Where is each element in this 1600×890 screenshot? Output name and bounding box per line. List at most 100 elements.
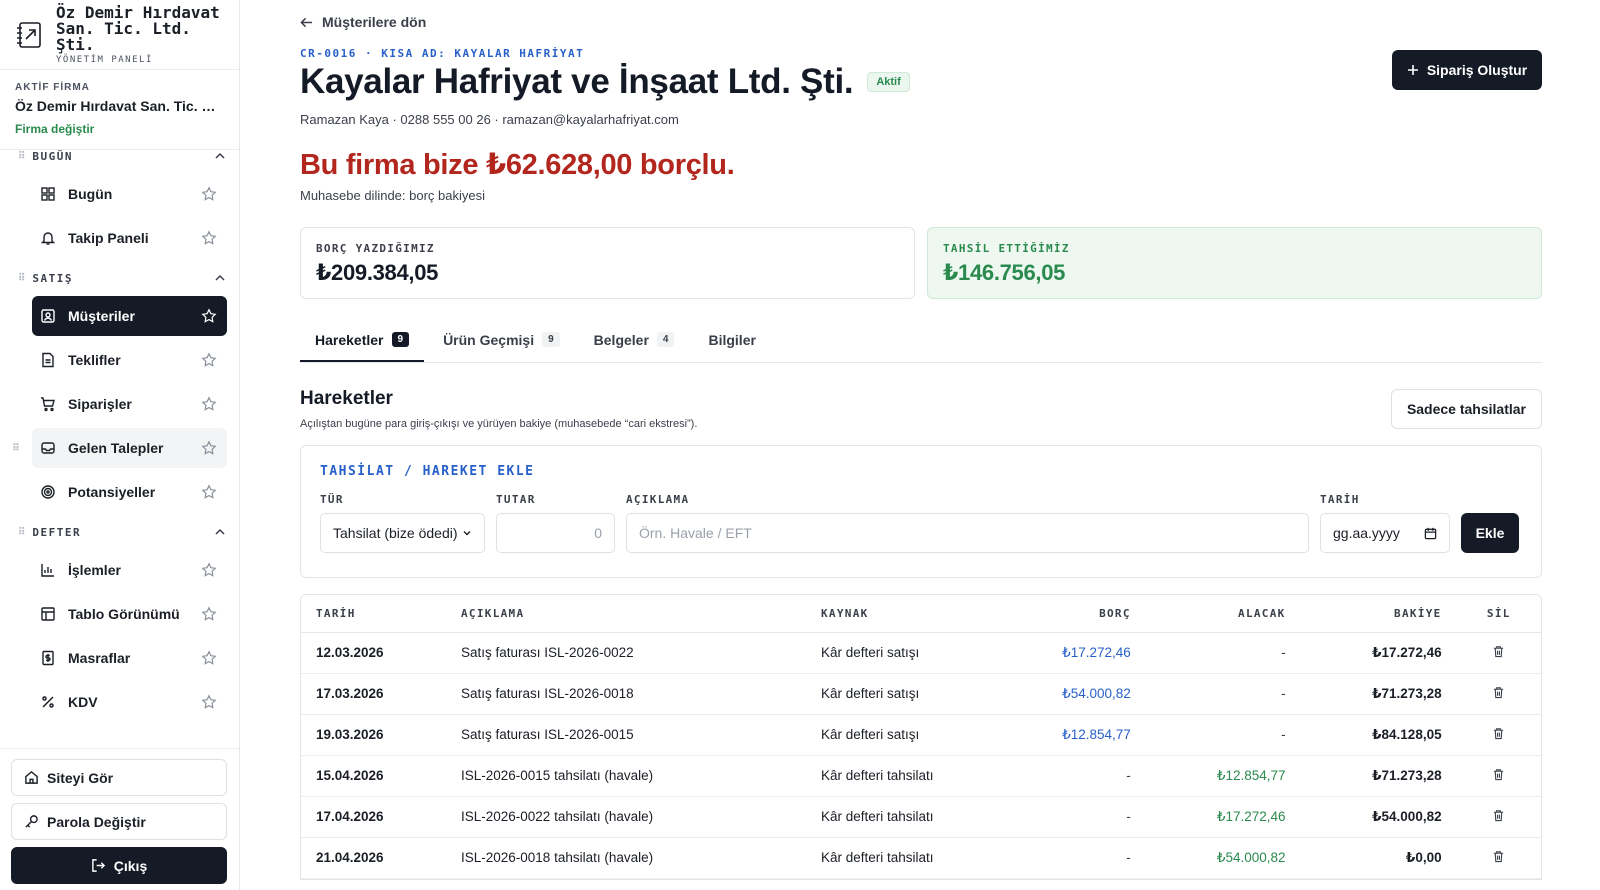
trash-icon[interactable] <box>1492 645 1505 658</box>
sidebar-item-islemler[interactable]: İşlemler <box>32 550 227 590</box>
debit-card: BORÇ YAZDIĞIMIZ ₺209.384,05 <box>300 227 915 299</box>
calendar-icon[interactable] <box>1424 527 1437 540</box>
cell-balance: ₺71.273,28 <box>1300 755 1457 797</box>
delete-cell <box>1456 837 1541 879</box>
main-content: Müşterilere dön CR-0016 · KISA AD: KAYAL… <box>240 0 1600 890</box>
star-icon[interactable] <box>201 440 217 456</box>
credit-card: TAHSİL ETTİĞİMİZ ₺146.756,05 <box>927 227 1542 299</box>
drag-handle-icon[interactable]: ⠿ <box>18 151 25 162</box>
sidebar-item-gelen-talepler[interactable]: ⠿ Gelen Talepler <box>12 428 227 468</box>
star-icon[interactable] <box>201 484 217 500</box>
chevron-up-icon[interactable] <box>213 525 227 539</box>
cell-balance: ₺84.128,05 <box>1300 714 1457 756</box>
sidebar-item-kdv[interactable]: KDV <box>32 682 227 722</box>
description-input[interactable] <box>626 513 1309 553</box>
date-input[interactable]: gg.aa.yyyy <box>1320 513 1450 553</box>
column-header-date[interactable]: TARİH <box>301 595 446 633</box>
cell-date: 17.04.2026 <box>301 796 446 838</box>
credit-label: TAHSİL ETTİĞİMİZ <box>943 242 1070 255</box>
tab-hareketler[interactable]: Hareketler 9 <box>300 325 425 362</box>
star-icon[interactable] <box>201 694 217 710</box>
active-company-label: AKTİF FİRMA <box>15 82 90 93</box>
star-icon[interactable] <box>201 396 217 412</box>
cell-source: Kâr defteri tahsilatı <box>806 755 991 797</box>
cell-debit[interactable]: ₺12.854,77 <box>991 714 1146 756</box>
cart-icon <box>41 397 55 412</box>
tab-urun-gecmisi[interactable]: Ürün Geçmişi 9 <box>428 325 575 362</box>
back-link[interactable]: Müşterilere dön <box>300 13 1542 31</box>
star-icon[interactable] <box>201 650 217 666</box>
brand[interactable]: Öz Demir Hırdavat San. Tic. Ltd. Şti. YÖ… <box>0 0 239 70</box>
receipt-icon <box>42 650 54 666</box>
sidebar-item-label: Takip Paneli <box>68 230 149 246</box>
star-icon[interactable] <box>201 230 217 246</box>
section-title: Hareketler <box>300 388 393 409</box>
nav-section-defter[interactable]: ⠿ DEFTER <box>14 518 227 546</box>
column-header-credit[interactable]: ALACAK <box>1145 595 1301 633</box>
ledger-arrow-icon <box>17 21 41 48</box>
star-icon[interactable] <box>201 308 217 324</box>
cell-debit[interactable]: ₺17.272,46 <box>991 632 1146 674</box>
table-row: 19.03.2026 Satış faturası ISL-2026-0015 … <box>301 714 1541 756</box>
sidebar-item-label: Müşteriler <box>68 308 135 324</box>
cell-credit[interactable]: ₺17.272,46 <box>1145 796 1301 838</box>
column-header-description[interactable]: AÇIKLAMA <box>446 595 806 633</box>
chevron-up-icon[interactable] <box>213 149 227 163</box>
drag-handle-icon[interactable]: ⠿ <box>12 443 20 454</box>
sidebar-item-teklifler[interactable]: Teklifler <box>32 340 227 380</box>
sidebar-item-masraflar[interactable]: Masraflar <box>32 638 227 678</box>
create-order-button[interactable]: Sipariş Oluştur <box>1392 50 1542 90</box>
cell-credit: - <box>1145 632 1301 674</box>
change-company-link[interactable]: Firma değiştir <box>15 122 94 136</box>
cell-credit[interactable]: ₺12.854,77 <box>1145 755 1301 797</box>
trash-icon[interactable] <box>1492 727 1505 740</box>
sidebar-item-siparisler[interactable]: Siparişler <box>32 384 227 424</box>
form-title: TAHSİLAT / HAREKET EKLE <box>320 464 535 479</box>
trash-icon[interactable] <box>1492 686 1505 699</box>
nav-section-satis[interactable]: ⠿ SATIŞ <box>14 264 227 292</box>
star-icon[interactable] <box>201 352 217 368</box>
sidebar-item-tablo-gorunumu[interactable]: Tablo Görünümü <box>32 594 227 634</box>
column-header-debit[interactable]: BORÇ <box>991 595 1146 633</box>
sidebar-item-takip-paneli[interactable]: Takip Paneli <box>32 218 227 258</box>
cell-credit: - <box>1145 673 1301 715</box>
cell-source: Kâr defteri satışı <box>806 714 991 756</box>
grid-icon <box>41 187 55 201</box>
chevron-up-icon[interactable] <box>213 271 227 285</box>
nav-section-title: DEFTER <box>32 525 82 539</box>
amount-input[interactable] <box>496 513 615 553</box>
cell-debit[interactable]: ₺54.000,82 <box>991 673 1146 715</box>
inbox-icon <box>41 442 55 454</box>
sidebar-item-musteriler[interactable]: Müşteriler <box>32 296 227 336</box>
drag-handle-icon[interactable]: ⠿ <box>18 273 25 284</box>
type-select[interactable]: Tahsilat (bize ödedi) <box>320 513 485 553</box>
change-password-button[interactable]: Parola Değiştir <box>11 803 227 840</box>
tab-belgeler[interactable]: Belgeler 4 <box>579 325 690 362</box>
trash-icon[interactable] <box>1492 850 1505 863</box>
nav-section-title: SATIŞ <box>32 271 73 285</box>
nav-section-bugun[interactable]: ⠿ BUGÜN <box>14 142 227 170</box>
only-collections-button[interactable]: Sadece tahsilatlar <box>1390 389 1542 429</box>
view-site-button[interactable]: Siteyi Gör <box>11 759 227 796</box>
trash-icon[interactable] <box>1492 809 1505 822</box>
star-icon[interactable] <box>201 562 217 578</box>
logout-button[interactable]: Çıkış <box>11 847 227 884</box>
nav-section-title: BUGÜN <box>32 149 73 163</box>
sidebar-item-bugun[interactable]: Bugün <box>32 174 227 214</box>
tab-bilgiler[interactable]: Bilgiler <box>693 325 770 362</box>
table-header-row: TARİH AÇIKLAMA KAYNAK BORÇ ALACAK BAKİYE… <box>301 595 1541 633</box>
star-icon[interactable] <box>201 606 217 622</box>
contact-icon <box>41 309 55 323</box>
drag-handle-icon[interactable]: ⠿ <box>18 527 25 538</box>
column-header-balance[interactable]: BAKİYE <box>1300 595 1457 633</box>
cell-credit[interactable]: ₺54.000,82 <box>1145 837 1301 879</box>
trash-icon[interactable] <box>1492 768 1505 781</box>
star-icon[interactable] <box>201 186 217 202</box>
sidebar-item-potansiyeller[interactable]: Potansiyeller <box>32 472 227 512</box>
add-button[interactable]: Ekle <box>1461 513 1519 553</box>
bar-chart-icon <box>41 564 54 577</box>
delete-cell <box>1456 632 1541 674</box>
active-company-name: Öz Demir Hırdavat San. Tic. Ltd. Şti. <box>15 98 224 114</box>
amount-label: TUTAR <box>496 493 536 506</box>
column-header-source[interactable]: KAYNAK <box>806 595 991 633</box>
